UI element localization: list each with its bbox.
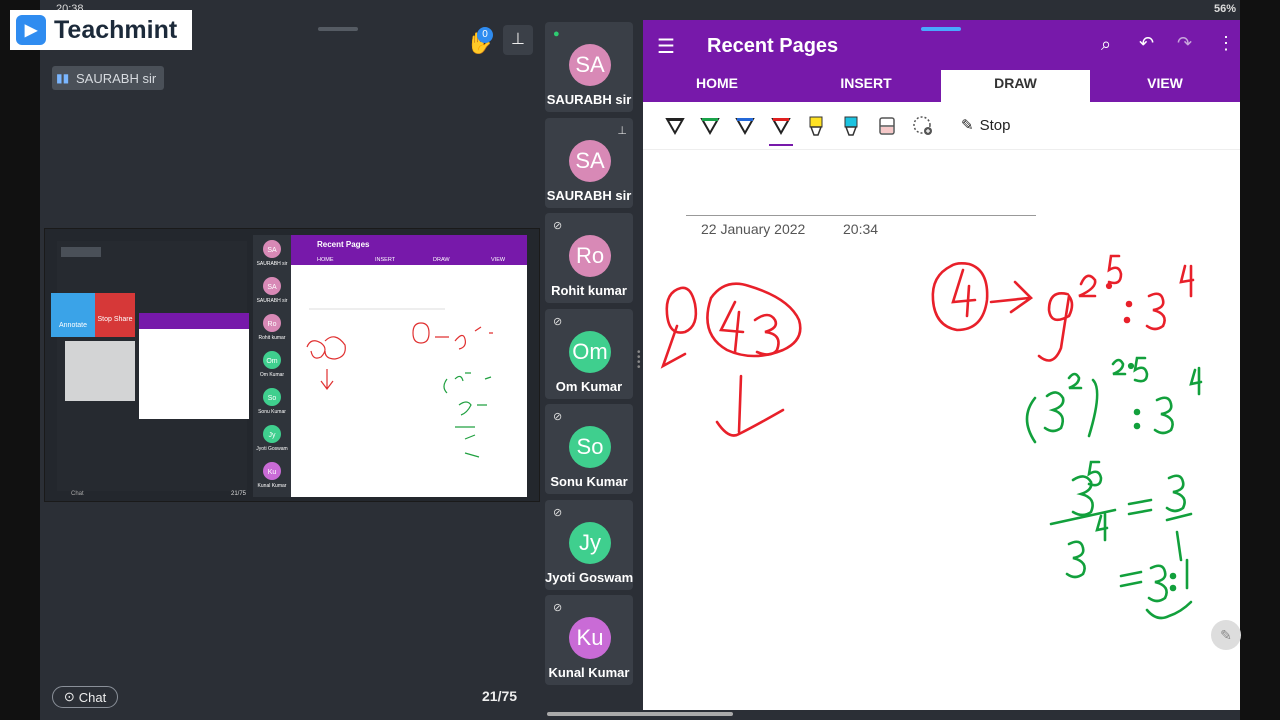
home-indicator[interactable] (547, 712, 733, 716)
left-margin (0, 0, 40, 720)
panel-divider-handle[interactable]: • • • • (637, 348, 641, 373)
mini-annotate-button (51, 293, 95, 337)
raise-hand-count: 0 (477, 27, 493, 43)
mic-off-icon: ⊘ (553, 411, 563, 423)
host-indicator: ▮▮ SAURABH sir (52, 66, 165, 90)
participant-list: ● SA SAURABH sir ⊥ SA SAURABH sir ⊘ Ro Rohit kum… (545, 22, 633, 712)
participant-tile[interactable]: ⊘ So Sonu Kumar (545, 404, 633, 494)
participant-name: Kunal Kumar (548, 665, 630, 680)
mini-participant-name: Rohit kumar (259, 335, 286, 341)
mini-tab: HOME (317, 257, 334, 263)
mic-off-icon: ⊘ (553, 315, 563, 328)
ink-green-working (1025, 356, 1203, 620)
mic-off-icon: ⊘ (553, 602, 563, 614)
participant-name: Jyoti Goswam (545, 569, 633, 585)
mini-annotate-label: Annotate (59, 322, 87, 329)
participant-tile[interactable]: ⊘ Om Om Kumar (545, 308, 633, 399)
logo-text: Teachmint (54, 15, 178, 44)
mini-onenote-title: Recent Pages (317, 240, 370, 249)
chat-button[interactable]: ⊙ Chat (52, 686, 118, 708)
avatar: Jy (569, 521, 611, 564)
mini-avatar-initials: SA (267, 284, 277, 291)
avatar: Ku (569, 617, 611, 659)
mini-avatar-initials: Ku (268, 469, 277, 476)
ink-red-question (660, 282, 802, 437)
participant-tile[interactable]: ● SA SAURABH sir (545, 22, 633, 112)
teachmint-logo: ▶ Teachmint (10, 10, 192, 50)
teachmint-logo-icon: ▶ (16, 15, 46, 45)
screen-share-thumbnail: Annotate Stop Share SA SAURABH sir SA SAURA… (45, 229, 539, 501)
avatar: So (569, 426, 611, 468)
mini-stop-share-label: Stop Share (97, 316, 132, 323)
mini-tab: DRAW (433, 257, 450, 263)
mini-participant-name: SAURABH sir (257, 261, 288, 267)
mic-off-icon: ⊘ (553, 220, 563, 232)
mini-participant-name: Sonu Kumar (258, 409, 286, 415)
participant-name: SAURABH sir (546, 187, 632, 203)
mini-tab: INSERT (375, 257, 396, 263)
page-counter: 21/75 (482, 688, 518, 704)
participant-name: Om Kumar (555, 378, 623, 394)
participant-name: Rohit kumar (551, 283, 627, 298)
chat-icon: ⊙ (63, 689, 75, 704)
participant-tile[interactable]: ⊘ Ro Rohit kumar (545, 213, 633, 303)
drag-handle[interactable] (318, 27, 358, 31)
mini-avatar-initials: SA (267, 247, 277, 254)
participant-name: SAURABH sir (546, 92, 632, 107)
mini-chat-label: Chat (71, 491, 84, 497)
participant-tile[interactable]: ⊥ SA SAURABH sir (545, 117, 633, 208)
mini-page-counter: 21/75 (231, 491, 247, 497)
mini-participant-name: Kunal Kumar (258, 483, 287, 489)
mini-avatar-initials: Jy (269, 432, 277, 439)
ink-red-expression (931, 254, 1195, 362)
avatar: Ro (569, 235, 611, 277)
pin-icon[interactable]: ⊥ (617, 124, 627, 137)
mini-stop-share-button (95, 293, 135, 337)
battery-level: 56% (1213, 3, 1236, 15)
status-bar: 20:38 56% (0, 0, 1280, 20)
screen-share-preview: Annotate Stop Share SA SAURABH sir SA SAURA… (44, 228, 540, 502)
mini-avatar-initials: Om (266, 358, 277, 365)
participant-name: Sonu Kumar (550, 474, 628, 489)
mini-avatar-initials: So (268, 395, 277, 402)
pin-button[interactable]: ⊥ (503, 25, 533, 55)
participant-tile[interactable]: ⊘ Jy Jyoti Goswam (545, 499, 633, 590)
host-name: SAURABH sir (76, 70, 157, 86)
meeting-stage: 20:38 56% ▶ Teachmint ▮▮ SAURABH sir ✋ 0… (0, 0, 1280, 720)
mini-participant-name: Om Kumar (260, 372, 285, 378)
onenote-panel: ☰ Recent Pages ⌕ ↶ ↷ ⋮ HOME INSERT DRAW … (643, 20, 1241, 710)
avatar: SA (569, 44, 611, 86)
mini-avatar-initials: Ro (268, 321, 277, 328)
handwritten-ink-canvas[interactable] (643, 20, 1240, 710)
avatar: Om (569, 330, 611, 373)
right-margin (1240, 0, 1280, 720)
participant-tile[interactable]: ⊘ Ku Kunal Kumar (545, 595, 633, 685)
avatar: SA (569, 139, 611, 182)
audio-bars-icon: ▮▮ (56, 71, 70, 85)
mini-participant-name: Jyoti Goswam (256, 446, 287, 452)
mic-off-icon: ⊘ (553, 506, 563, 519)
edit-pencil-icon[interactable]: ✎ (1211, 620, 1241, 650)
chat-label: Chat (78, 689, 107, 705)
mini-participant-name: SAURABH sir (257, 298, 288, 304)
mini-tab: VIEW (491, 257, 506, 263)
mic-on-icon: ● (553, 28, 560, 40)
